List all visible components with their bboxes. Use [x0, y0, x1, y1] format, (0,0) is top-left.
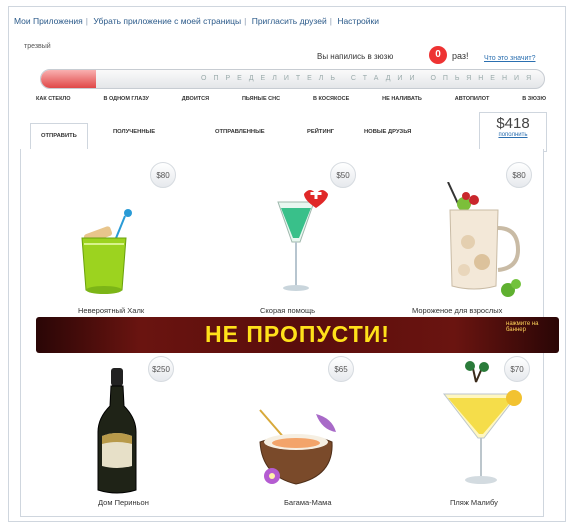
drunk-counter-text: Вы напились в зюзю [317, 52, 394, 61]
stage-labels: КАК СТЕКЛО В ОДНОМ ГЛАЗУ ДВОИТСЯ ПЬЯНЫЕ … [36, 96, 546, 102]
top-links: Мои Приложения | Убрать приложение с моей… [14, 16, 379, 26]
price-badge: $65 [328, 356, 354, 382]
stage-label: КАК СТЕКЛО [36, 96, 71, 102]
link-my-apps[interactable]: Мои Приложения [14, 16, 83, 26]
drink-name: Пляж Малибу [450, 498, 498, 507]
tab-bar: ОТПРАВИТЬ ПОЛУЧЕННЫЕ ОТПРАВЛЕННЫЕ РЕЙТИН… [20, 123, 544, 150]
price-badge: $250 [148, 356, 174, 382]
progress-fill [41, 70, 97, 88]
banner-text: НЕ ПРОПУСТИ! [205, 321, 390, 347]
stage-label: ДВОИТСЯ [181, 96, 210, 102]
stage-label: НЕ НАЛИВАТЬ [382, 96, 422, 102]
promo-banner[interactable]: НЕ ПРОПУСТИ! нажмите на баннер [36, 317, 559, 353]
progress-label: ОПРЕДЕЛИТЕЛЬ СТАДИИ ОПЬЯНЕНИЯ [201, 75, 539, 82]
balance-amount: $418 [496, 115, 530, 132]
intoxication-progress-bar: ОПРЕДЕЛИТЕЛЬ СТАДИИ ОПЬЯНЕНИЯ [40, 69, 545, 89]
top-up-link[interactable]: пополнить [480, 132, 546, 138]
drink-name: Багама-Мама [284, 498, 332, 507]
green-cocktail-icon[interactable] [70, 208, 150, 298]
drink-name: Дом Периньон [98, 498, 149, 507]
tab-rating[interactable]: РЕЙТИНГ [307, 129, 334, 135]
link-remove-app[interactable]: Убрать приложение с моей страницы [93, 16, 241, 26]
tab-new-friends[interactable]: НОВЫЕ ДРУЗЬЯ [364, 129, 411, 135]
drink-name: Невероятный Халк [78, 306, 145, 315]
drunk-counter-suffix: раз! [452, 51, 469, 61]
stage-label: ПЬЯНЫЕ СНС [241, 96, 281, 102]
coconut-cocktail-icon[interactable] [252, 406, 348, 492]
stage-label: АВТОПИЛОТ [454, 96, 490, 102]
drunk-count-badge: 0 [429, 46, 447, 64]
what-does-it-mean-link[interactable]: Что это значит? [484, 55, 536, 62]
banner-subtext: нажмите на баннер [506, 321, 539, 333]
stage-label: В ЗЮЗЮ [522, 96, 546, 102]
tab-send[interactable]: ОТПРАВИТЬ [30, 123, 88, 150]
link-settings[interactable]: Настройки [337, 16, 379, 26]
stage-label: В КОСЯКОСЕ [312, 96, 350, 102]
balance-box: $418 пополнить [479, 112, 547, 152]
stage-label: В ОДНОМ ГЛАЗУ [103, 96, 149, 102]
tab-sent[interactable]: ОТПРАВЛЕННЫЕ [215, 129, 265, 135]
green-shot-glass-icon[interactable] [270, 180, 340, 300]
tab-received[interactable]: ПОЛУЧЕННЫЕ [113, 129, 155, 135]
drink-name: Скорая помощь [260, 306, 316, 315]
martini-glass-icon[interactable] [436, 360, 526, 492]
link-invite-friends[interactable]: Пригласить друзей [252, 16, 327, 26]
sobriety-label: трезвый [24, 43, 51, 50]
champagne-bottle-icon[interactable] [92, 366, 142, 496]
ice-cream-mug-icon[interactable] [436, 182, 526, 300]
price-badge: $80 [150, 162, 176, 188]
drink-name: Мороженое для взрослых [412, 306, 503, 315]
